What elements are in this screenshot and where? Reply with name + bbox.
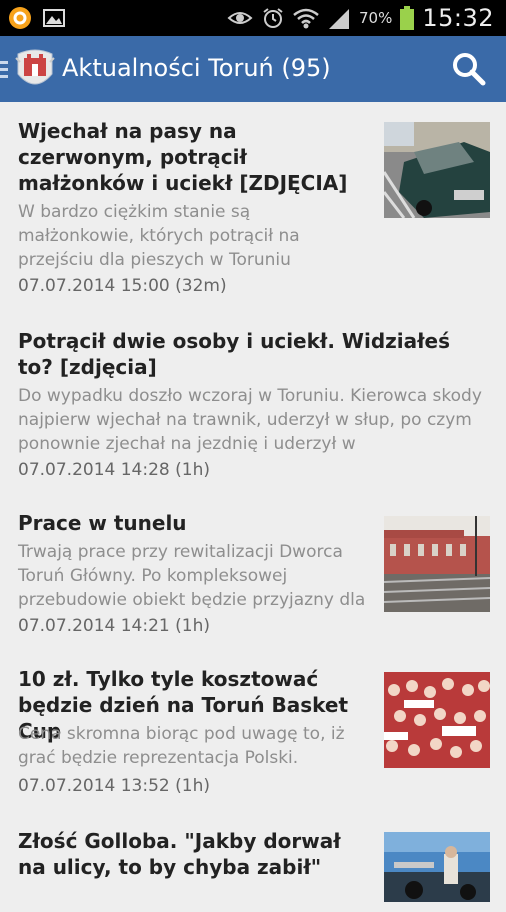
article-thumbnail: [384, 122, 490, 218]
article-summary: Do wypadku doszło wczoraj w Toruniu. Kie…: [18, 386, 482, 454]
article-item[interactable]: Potrącił dwie osoby i uciekł. Widziałeś …: [0, 312, 506, 495]
article-thumbnail: [384, 516, 490, 612]
torun-coat-of-arms-logo[interactable]: [14, 44, 56, 94]
app-title: Aktualności Toruń (95): [62, 54, 331, 82]
search-icon[interactable]: [450, 50, 488, 88]
eye-icon: [227, 12, 253, 24]
article-date: 07.07.2014 13:52 (1h): [18, 776, 210, 796]
article-date: 07.07.2014 15:00 (32m): [18, 276, 227, 296]
article-date: 07.07.2014 14:21 (1h): [18, 616, 210, 636]
article-title: Potrącił dwie osoby i uciekł. Widziałeś …: [18, 329, 451, 379]
article-summary: W bardzo ciężkim stanie są małżonkowie, …: [18, 202, 300, 270]
article-title: Prace w tunelu: [18, 511, 187, 535]
article-title: Złość Golloba. "Jakby dorwał na ulicy, t…: [18, 829, 341, 879]
article-summary: Trwają prace przy rewitalizacji Dworca T…: [18, 542, 366, 610]
article-item[interactable]: Wjechał na pasy na czerwonym, potrącił m…: [0, 102, 506, 313]
notification-app-icon: [9, 7, 31, 29]
alarm-icon: [263, 8, 283, 28]
image-notification-icon: [43, 9, 65, 27]
article-item[interactable]: 10 zł. Tylko tyle kosztować będzie dzień…: [0, 650, 506, 813]
article-thumbnail: [384, 672, 490, 768]
signal-icon: [328, 9, 349, 29]
battery-percent: 70%: [358, 9, 393, 27]
article-title: Wjechał na pasy na czerwonym, potrącił m…: [18, 119, 348, 195]
drawer-indicator-icon[interactable]: [0, 61, 8, 79]
article-summary: Cena skromna biorąc pod uwagę to, iż gra…: [18, 724, 345, 768]
article-item[interactable]: Złość Golloba. "Jakby dorwał na ulicy, t…: [0, 812, 506, 912]
status-bar: 70% 15:32: [0, 0, 506, 36]
battery-icon: [400, 6, 415, 30]
article-date: 07.07.2014 14:28 (1h): [18, 460, 210, 480]
app-bar: Aktualności Toruń (95): [0, 36, 506, 102]
article-item[interactable]: Prace w tunelu Trwają prace przy rewital…: [0, 494, 506, 651]
article-thumbnail: [384, 832, 490, 902]
wifi-icon: [293, 8, 319, 29]
clock: 15:32: [422, 4, 494, 32]
